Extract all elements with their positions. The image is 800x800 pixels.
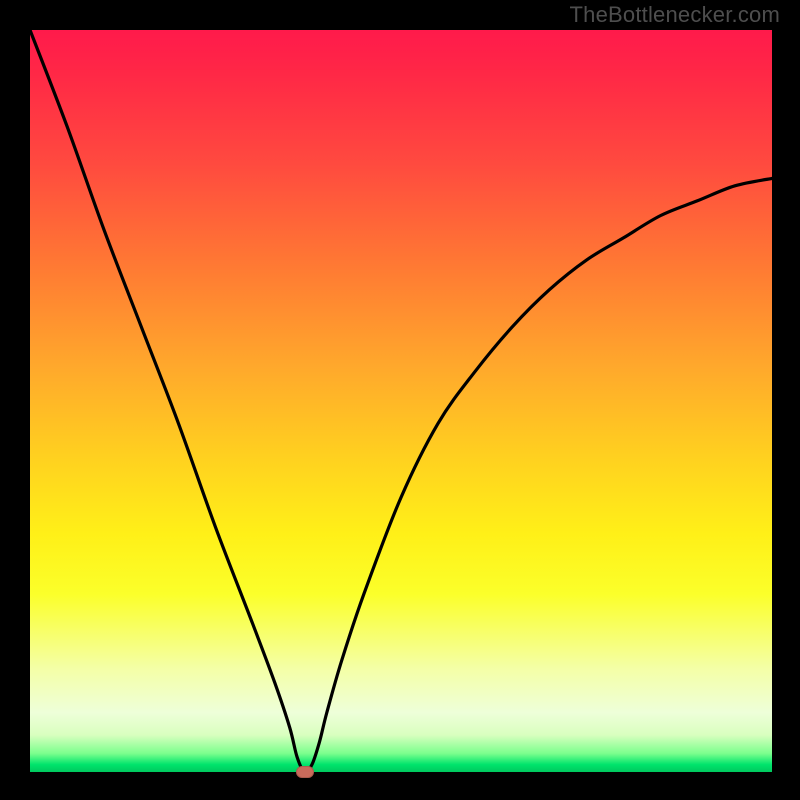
minimum-marker (296, 766, 314, 778)
curve-layer (30, 30, 772, 772)
bottleneck-curve (30, 30, 772, 772)
watermark-text: TheBottlenecker.com (570, 2, 780, 28)
chart-frame: TheBottlenecker.com (0, 0, 800, 800)
